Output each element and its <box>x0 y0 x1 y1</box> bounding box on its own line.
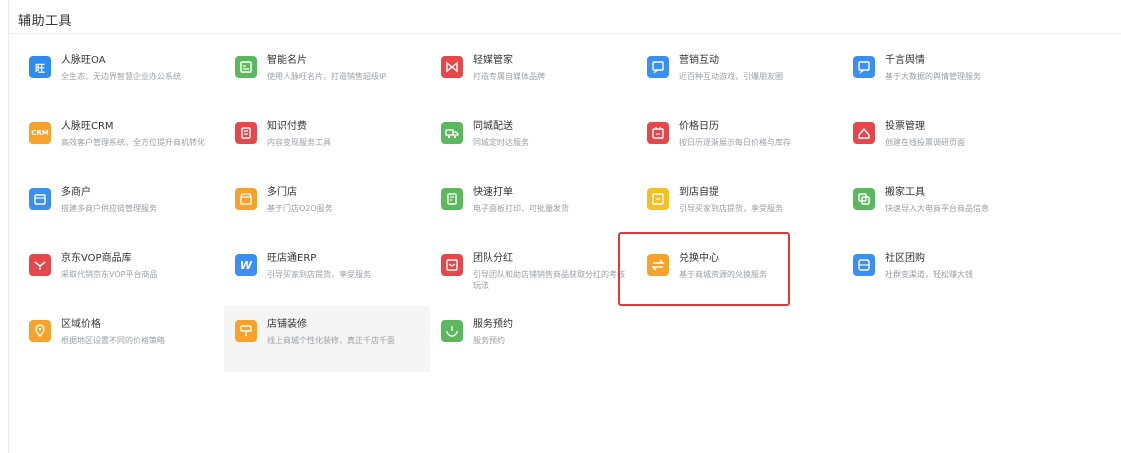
tool-community-group[interactable]: 社区团购社群变渠道，轻松赚大钱 <box>842 240 1048 306</box>
media-icon <box>441 56 463 78</box>
tool-quick-print[interactable]: 快速打单电子面板打印，可批量发货 <box>430 174 636 240</box>
exchange-icon <box>647 254 669 276</box>
group-icon <box>853 254 875 276</box>
calendar-icon <box>647 122 669 144</box>
tool-description: 电子面板打印，可批量发货 <box>473 204 569 213</box>
bonus-icon <box>441 254 463 276</box>
tool-move-tool[interactable]: 搬家工具快速导入大电商平台商品信息 <box>842 174 1048 240</box>
book-icon <box>235 122 257 144</box>
erp-icon: W <box>235 254 257 276</box>
shop-icon <box>235 188 257 210</box>
appointment-icon <box>441 320 463 342</box>
header-divider <box>8 33 1121 34</box>
print-icon <box>441 188 463 210</box>
tool-name: 旺店通ERP <box>267 253 317 264</box>
chat-icon <box>647 56 669 78</box>
tool-smart-card[interactable]: 智能名片使用人脉旺名片，打造销售超级IP <box>224 42 430 108</box>
tool-name: 搬家工具 <box>885 187 925 198</box>
tool-description: 打造专属自媒体品牌 <box>473 72 545 81</box>
chat-icon <box>853 56 875 78</box>
tool-price-calendar[interactable]: 价格日历按日历逐渐展示每日价格与库存 <box>636 108 842 174</box>
tool-description: 全生态、无边界智慧企业办公系统 <box>61 72 181 81</box>
brush-icon <box>235 320 257 342</box>
tool-description: 近百种互动游戏，引爆朋友圈 <box>679 72 783 81</box>
crm-icon: CRM <box>29 122 51 144</box>
tool-marketing-interaction[interactable]: 营销互动近百种互动游戏，引爆朋友圈 <box>636 42 842 108</box>
location-icon <box>29 320 51 342</box>
tool-description: 引导买家到店提货，享受服务 <box>679 204 783 213</box>
tool-multi-merchant[interactable]: 多商户搭建多商户供应链管理服务 <box>18 174 224 240</box>
tool-description: 基于大数据的舆情管理服务 <box>885 72 981 81</box>
tool-description: 基于商城资源的兑换服务 <box>679 270 767 279</box>
tool-description: 线上商城个性化装修，真正千店千面 <box>267 336 395 345</box>
tool-description: 基于门店O2O服务 <box>267 204 333 213</box>
store-icon <box>29 188 51 210</box>
tool-media-manager[interactable]: 轻媒管家打造专属自媒体品牌 <box>430 42 636 108</box>
tool-description: 根据地区设置不同的价格策略 <box>61 336 165 345</box>
tool-description: 快速导入大电商平台商品信息 <box>885 204 989 213</box>
tool-oa[interactable]: 旺人脉旺OA 全生态、无边界智慧企业办公系统 <box>18 42 224 108</box>
tool-name: 同城配送 <box>473 121 513 132</box>
tool-description: 社群变渠道，轻松赚大钱 <box>885 270 973 279</box>
tool-description: 创建在线投票调研页面 <box>885 138 965 147</box>
tool-name: 多商户 <box>61 187 91 198</box>
tool-description: 采取代销京东VOP平台商品 <box>61 270 158 279</box>
tool-service-appointment[interactable]: 服务预约 服务预约 <box>430 306 636 372</box>
tool-description: 同城定时达服务 <box>473 138 529 147</box>
tool-description: 按日历逐渐展示每日价格与库存 <box>679 138 791 147</box>
truck-icon <box>441 122 463 144</box>
tool-description: 引导团队和助店铺销售商品获取分红的考核玩法 <box>473 270 625 290</box>
oa-icon: 旺 <box>29 56 51 78</box>
tool-name: 京东VOP商品库 <box>61 253 132 264</box>
tool-name: 人脉旺CRM <box>61 121 114 132</box>
tool-description: 内容变现服务工具 <box>267 138 331 147</box>
tool-jd-vop[interactable]: 京东VOP商品库采取代销京东VOP平台商品 <box>18 240 224 306</box>
tool-name: 智能名片 <box>267 55 307 66</box>
tool-region-price[interactable]: 区域价格根据地区设置不同的价格策略 <box>18 306 224 372</box>
tool-name: 轻媒管家 <box>473 55 513 66</box>
tools-grid: 旺人脉旺OA 全生态、无边界智慧企业办公系统 智能名片使用人脉旺名片，打造销售超级I… <box>18 42 1048 372</box>
tool-local-delivery[interactable]: 同城配送同城定时达服务 <box>430 108 636 174</box>
vote-icon <box>853 122 875 144</box>
tool-name: 知识付费 <box>267 121 307 132</box>
tool-exchange-center[interactable]: 兑换中心基于商城资源的兑换服务 <box>618 232 842 306</box>
tool-description: 高效客户管理系统，全方位提升商机转化 <box>61 138 205 147</box>
tool-name: 社区团购 <box>885 253 925 264</box>
pickup-icon <box>647 188 669 210</box>
jd-icon <box>29 254 51 276</box>
panel-left-border <box>8 0 9 453</box>
tool-store-pickup[interactable]: 到店自提引导买家到店提货，享受服务 <box>636 174 842 240</box>
tool-name: 兑换中心 <box>679 253 719 264</box>
tool-public-opinion[interactable]: 千言舆情基于大数据的舆情管理服务 <box>842 42 1048 108</box>
move-icon <box>853 188 875 210</box>
tool-name: 多门店 <box>267 187 297 198</box>
tool-team-bonus[interactable]: 团队分红引导团队和助店铺销售商品获取分红的考核玩法 <box>430 240 636 306</box>
tool-name: 到店自提 <box>679 187 719 198</box>
tool-description: 服务预约 <box>473 336 505 345</box>
tool-crm[interactable]: CRM 人脉旺CRM 高效客户管理系统，全方位提升商机转化 <box>18 108 224 174</box>
tool-knowledge-pay[interactable]: 知识付费内容变现服务工具 <box>224 108 430 174</box>
tool-name: 区域价格 <box>61 319 101 330</box>
tool-name: 服务预约 <box>473 319 513 330</box>
tool-description: 使用人脉旺名片，打造销售超级IP <box>267 72 387 81</box>
tool-description: 引导买家到店提货，享受服务 <box>267 270 371 279</box>
tool-name: 千言舆情 <box>885 55 925 66</box>
tool-description: 搭建多商户供应链管理服务 <box>61 204 157 213</box>
tool-name: 营销互动 <box>679 55 719 66</box>
tool-shop-decoration[interactable]: 店铺装修线上商城个性化装修，真正千店千面 <box>224 306 430 372</box>
tool-name: 店铺装修 <box>267 319 307 330</box>
card-icon <box>235 56 257 78</box>
tool-vote-management[interactable]: 投票管理创建在线投票调研页面 <box>842 108 1048 174</box>
tool-name: 快速打单 <box>473 187 513 198</box>
tool-multi-store[interactable]: 多门店基于门店O2O服务 <box>224 174 430 240</box>
section-title: 辅助工具 <box>18 14 73 29</box>
tool-name: 人脉旺OA <box>61 55 106 66</box>
tool-erp[interactable]: W 旺店通ERP 引导买家到店提货，享受服务 <box>224 240 430 306</box>
tool-name: 团队分红 <box>473 253 513 264</box>
tool-name: 投票管理 <box>885 121 925 132</box>
tool-name: 价格日历 <box>679 121 719 132</box>
